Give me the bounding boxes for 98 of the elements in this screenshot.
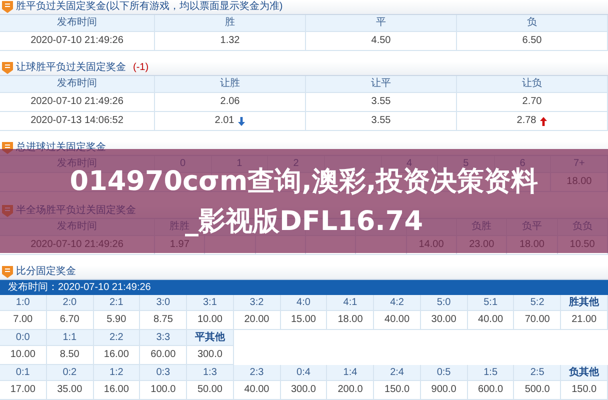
table-cell: 35.00 (57, 385, 82, 395)
column-header: 平 (376, 18, 386, 28)
table-cell: 2.78 (516, 116, 536, 126)
section-title: 半全场胜平负过关固定奖金 (16, 206, 136, 216)
table-cell: 600.0 (478, 385, 504, 395)
handicap-value: (-1) (133, 63, 149, 73)
table-cell: 10.00 (197, 315, 222, 325)
table-cell: 40.00 (384, 315, 410, 325)
score-label: 0:4 (296, 368, 310, 378)
table-cell: 6.70 (60, 315, 80, 325)
banner-title: 014970cσm查询,澳彩,投资决策资料 (70, 168, 538, 194)
table-cell: 500.0 (524, 385, 550, 395)
score-label: 1:3 (203, 368, 217, 378)
table-cell: 60.00 (150, 350, 176, 360)
table-cell: 3.55 (371, 116, 391, 126)
score-label: 5:2 (530, 298, 544, 308)
column-header: 让平 (371, 79, 391, 89)
table-cell: 150.0 (572, 385, 597, 395)
score-label: 3:0 (156, 298, 170, 308)
score-label: 负其他 (569, 368, 600, 378)
column-header: 胜 (225, 18, 235, 28)
table-cell: 14.00 (418, 240, 444, 250)
column-header: 让胜 (220, 79, 240, 89)
score-label: 0:2 (62, 368, 77, 378)
table-cell: 50.00 (197, 385, 222, 395)
score-label: 4:2 (390, 298, 404, 308)
column-header: 发布时间 (57, 18, 97, 28)
table-cell: 21.00 (572, 315, 597, 325)
score-label: 2:3 (250, 368, 264, 378)
score-label: 0:5 (436, 368, 451, 378)
table-cell: 16.00 (104, 350, 129, 360)
table-cell: 7.00 (13, 315, 33, 325)
table-cell: 1.97 (170, 240, 190, 250)
score-label: 3:2 (250, 298, 264, 308)
table-cell: 10.00 (10, 350, 36, 360)
table-cell: 8.50 (60, 350, 80, 360)
table-cell: 2020-07-10 21:49:26 (30, 240, 124, 250)
table-cell: 300.0 (290, 385, 316, 395)
tag-icon (2, 1, 13, 13)
score-label: 1:2 (109, 368, 124, 378)
table-cell: 10.50 (570, 240, 595, 250)
table-cell: 8.75 (153, 315, 173, 325)
table-cell: 100.0 (150, 385, 176, 395)
table-cell: 17.00 (10, 385, 36, 395)
table-cell: 5.90 (106, 315, 126, 325)
score-label: 0:0 (16, 332, 30, 342)
score-label: 1:5 (484, 368, 498, 378)
score-label: 1:4 (343, 368, 358, 378)
score-label: 2:0 (62, 298, 77, 308)
score-label: 1:0 (16, 298, 30, 308)
table-cell: 2020-07-13 14:06:52 (30, 116, 124, 126)
table-cell: 2.70 (522, 97, 542, 107)
table-cell: 150.0 (384, 385, 410, 395)
column-header: 发布时间 (57, 79, 97, 89)
score-label: 4:0 (296, 298, 310, 308)
table-cell: 1.32 (220, 36, 240, 46)
table-cell: 18.00 (566, 177, 592, 187)
publish-time: 发布时间：2020-07-10 21:49:26 (8, 282, 151, 292)
column-header: 让负 (522, 79, 542, 89)
table-cell: 16.00 (104, 385, 129, 395)
table-cell: 40.00 (478, 315, 504, 325)
table-cell: 200.0 (338, 385, 363, 395)
table-cell: 6.50 (522, 36, 542, 46)
table-cell: 2.01 (214, 116, 234, 126)
table-cell: 20.00 (244, 315, 270, 325)
score-label: 3:3 (156, 332, 170, 342)
table-cell: 15.00 (290, 315, 316, 325)
score-label: 5:0 (436, 298, 451, 308)
table-cell: 18.00 (338, 315, 363, 325)
score-label: 2:1 (109, 298, 124, 308)
score-label: 0:1 (16, 368, 30, 378)
column-header: 负 (527, 18, 537, 28)
table-cell: 18.00 (519, 240, 544, 250)
score-label: 2:5 (530, 368, 544, 378)
score-label: 5:1 (484, 298, 498, 308)
score-label: 3:1 (203, 298, 217, 308)
table-cell: 2.06 (220, 97, 240, 107)
table-cell: 2020-07-10 21:49:26 (30, 36, 124, 46)
table-cell: 30.00 (431, 315, 456, 325)
table-cell: 900.0 (431, 385, 456, 395)
section-title: 让球胜平负过关固定奖金 (16, 63, 126, 73)
table-cell: 23.00 (469, 240, 494, 250)
table-cell: 2020-07-10 21:49:26 (30, 97, 124, 107)
section-title: 胜平负过关固定奖金(以下所有游戏，均以票面显示奖金为准) (16, 2, 283, 12)
score-label: 0:3 (156, 368, 170, 378)
table-cell: 4.50 (371, 36, 391, 46)
score-label: 2:2 (109, 332, 124, 342)
table-cell: 70.00 (524, 315, 550, 325)
table-cell: 40.00 (244, 385, 270, 395)
table-cell: 3.55 (371, 97, 391, 107)
score-label: 1:1 (62, 332, 77, 342)
score-label: 平其他 (194, 332, 225, 342)
score-label: 2:4 (390, 368, 404, 378)
score-label: 4:1 (343, 298, 358, 308)
table-cell: 300.0 (197, 350, 222, 360)
score-label: 胜其他 (569, 298, 600, 308)
banner-title: _影视版DFL16.74 (185, 208, 423, 234)
section-title: 比分固定奖金 (16, 267, 76, 277)
